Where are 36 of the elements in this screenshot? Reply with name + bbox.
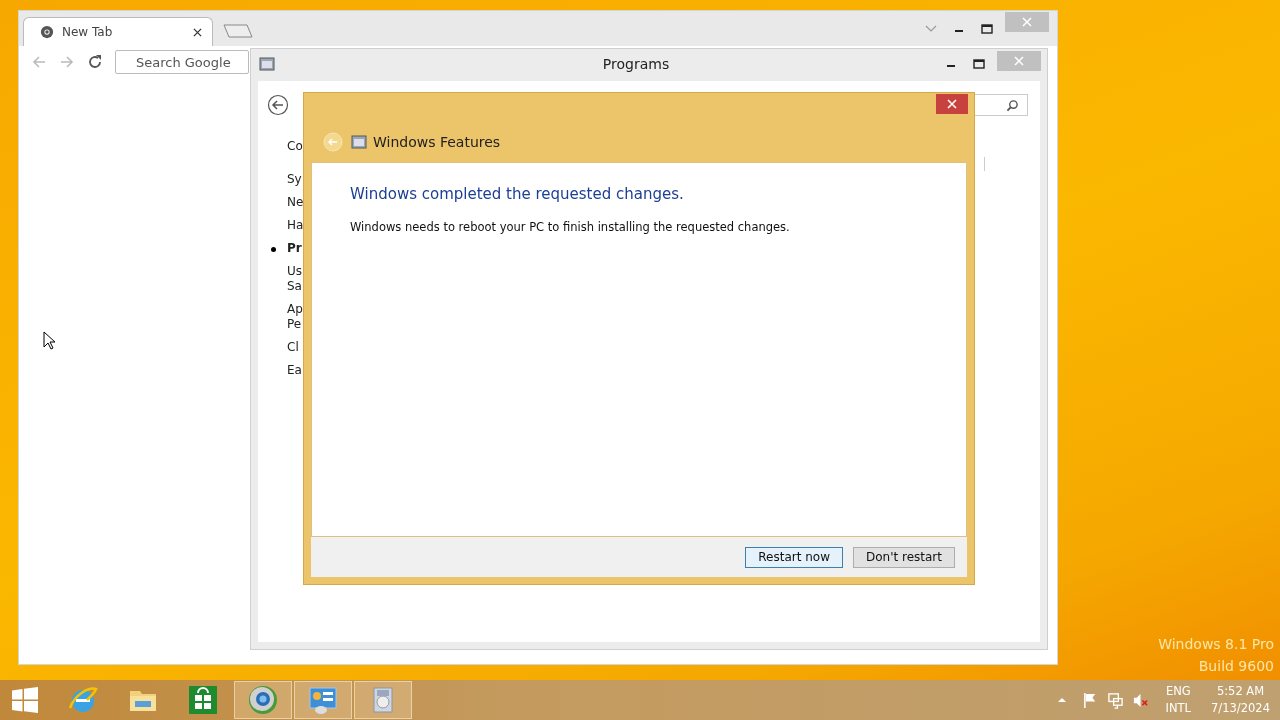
taskbar-button[interactable] — [234, 681, 292, 719]
store-icon — [187, 684, 219, 716]
reload-icon[interactable] — [87, 54, 103, 70]
dialog-button[interactable]: Restart now — [745, 546, 843, 568]
back-icon[interactable] — [267, 94, 289, 116]
window-title: Programs — [601, 56, 671, 72]
os-build: Build 9600 — [1198, 657, 1274, 676]
taskbar-button[interactable] — [354, 681, 412, 719]
close-icon[interactable] — [193, 27, 202, 37]
dialog-heading: Windows completed the requested changes. — [350, 185, 685, 203]
dialog-message: Windows needs to reboot your PC to finish installing the requested changes. — [350, 220, 791, 234]
globe-icon — [247, 684, 279, 716]
close-button[interactable] — [936, 94, 968, 114]
network-icon[interactable] — [1106, 691, 1124, 709]
maximize-icon[interactable] — [972, 57, 986, 71]
maximize-icon[interactable] — [980, 21, 994, 36]
close-icon — [1022, 17, 1032, 27]
new-tab-button[interactable] — [223, 24, 253, 38]
app-icon — [259, 56, 275, 72]
os-edition: Windows 8.1 Pro — [1158, 635, 1274, 654]
app-icon — [351, 134, 367, 150]
browser-tab[interactable]: New Tab — [23, 17, 213, 46]
taskbar-button[interactable] — [294, 681, 352, 719]
caret-icon[interactable] — [1056, 695, 1067, 705]
address-field[interactable]: Search Google — [115, 50, 249, 74]
muted-speaker-icon[interactable] — [1131, 691, 1149, 709]
globe-icon — [40, 25, 54, 39]
cursor-icon — [43, 331, 55, 350]
control-panel-icon — [307, 684, 339, 716]
dialog-button[interactable]: Don't restart — [853, 546, 955, 568]
windows-logo-icon[interactable] — [12, 687, 38, 713]
search-icon — [1006, 98, 1019, 112]
close-icon — [1014, 56, 1024, 66]
dialog-title: Windows Features — [373, 134, 501, 150]
close-icon — [947, 99, 957, 109]
forward-icon[interactable] — [59, 54, 75, 70]
